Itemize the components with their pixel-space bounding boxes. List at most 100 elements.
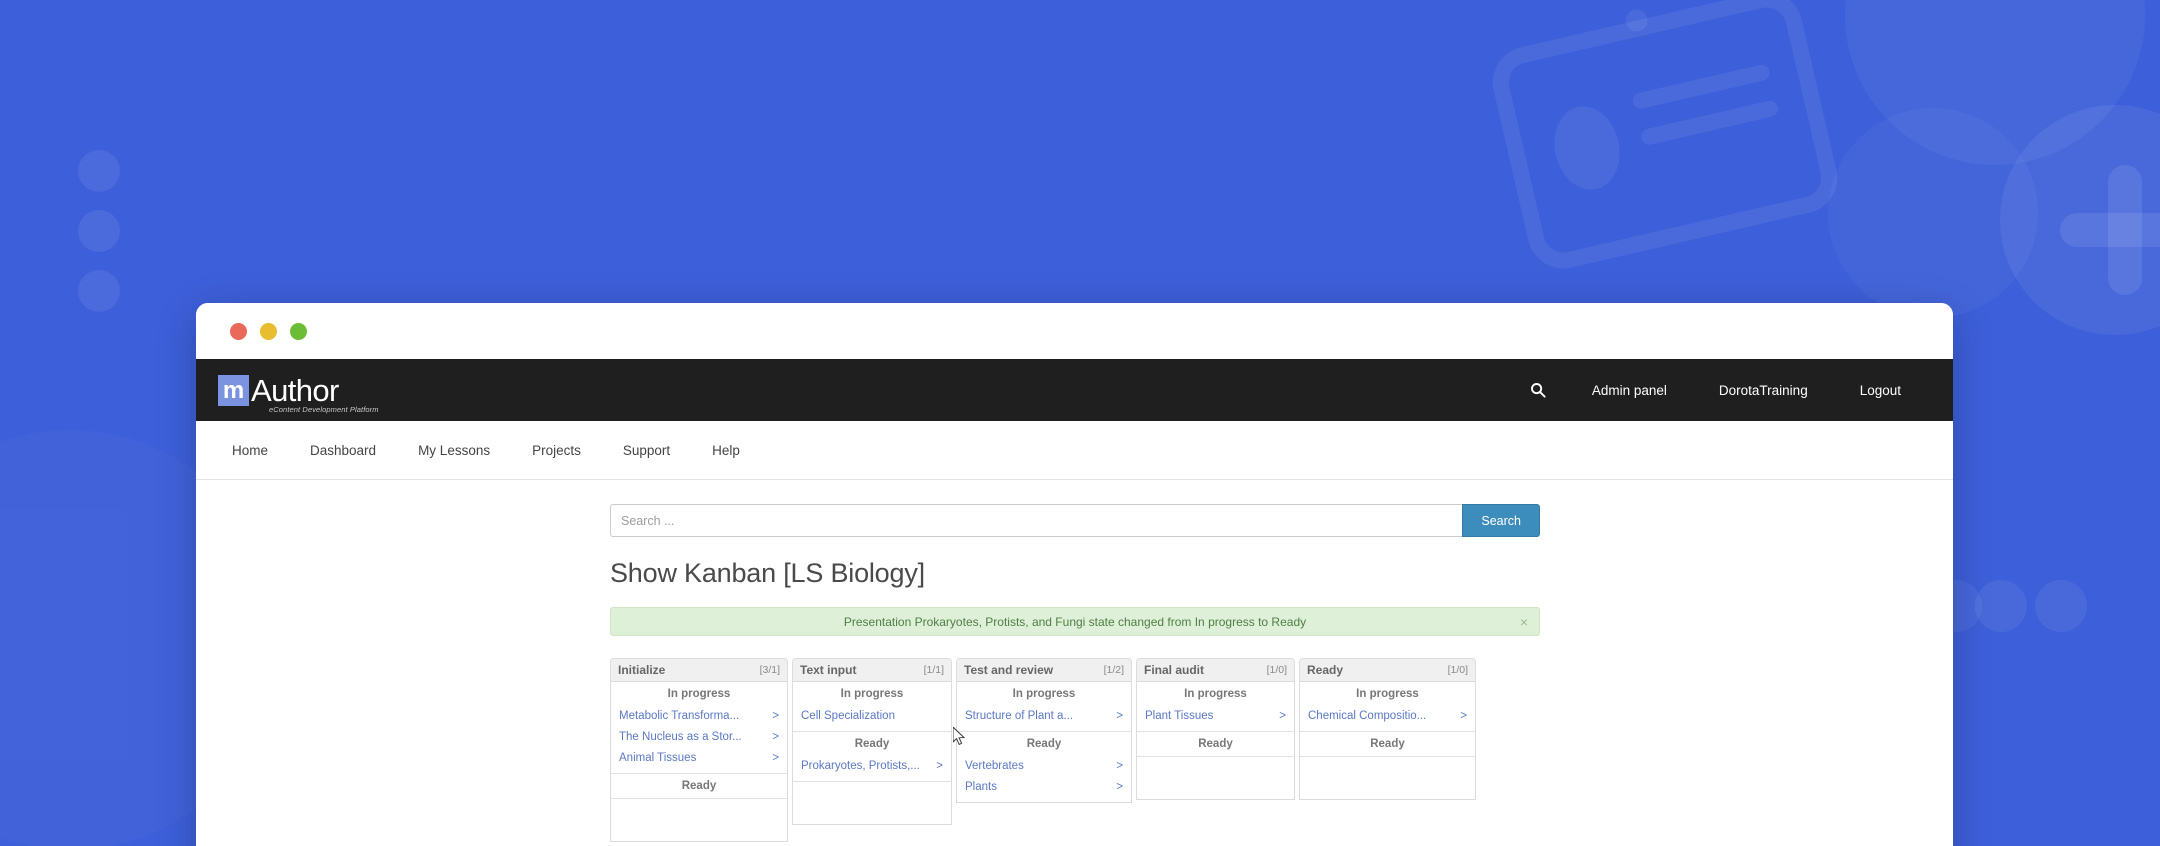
column-header: Test and review [1/2] [957, 659, 1131, 682]
search-input[interactable] [610, 504, 1463, 537]
card-title: Animal Tissues [619, 752, 697, 764]
page-title: Show Kanban [LS Biology] [610, 558, 925, 588]
nav-item-my-lessons[interactable]: My Lessons [397, 443, 511, 458]
decor-circle-mid-3 [2035, 580, 2087, 632]
column-section-ready: Ready [1137, 732, 1294, 757]
column-empty-area[interactable] [793, 782, 951, 824]
column-count: [3/1] [759, 664, 780, 676]
kanban-card[interactable]: Plants > [957, 777, 1131, 798]
kanban-card[interactable]: Chemical Compositio... > [1300, 706, 1475, 727]
kanban-card[interactable]: Animal Tissues > [611, 748, 787, 769]
decor-circle-left-3 [78, 270, 120, 312]
close-icon[interactable]: × [1520, 615, 1528, 629]
column-empty-area[interactable] [1300, 757, 1475, 799]
card-list: Vertebrates > Plants > [957, 756, 1131, 802]
page-content: Search Show Kanban [LS Biology] Presenta… [196, 480, 1953, 846]
admin-panel-link[interactable]: Admin panel [1566, 383, 1693, 398]
column-title: Initialize [618, 663, 666, 677]
card-title: Vertebrates [965, 760, 1024, 772]
chevron-right-icon[interactable]: > [772, 731, 779, 743]
chevron-right-icon[interactable]: > [1279, 710, 1286, 722]
logo-title: Author [251, 372, 339, 408]
column-header: Ready [1/0] [1300, 659, 1475, 682]
kanban-card[interactable]: The Nucleus as a Stor... > [611, 727, 787, 748]
decor-circle-left-2 [78, 210, 120, 252]
nav-item-help[interactable]: Help [691, 443, 761, 458]
column-section-in-progress: In progress Structure of Plant a... > [957, 682, 1131, 732]
column-empty-area[interactable] [611, 799, 787, 841]
main-navigation: Home Dashboard My Lessons Projects Suppo… [196, 421, 1953, 480]
card-title: Cell Specialization [801, 710, 895, 722]
kanban-board: Initialize [3/1] In progress Metabolic T… [610, 658, 1540, 842]
card-list: Chemical Compositio... > [1300, 706, 1475, 731]
column-section-ready: Ready [611, 774, 787, 799]
card-list: Structure of Plant a... > [957, 706, 1131, 731]
column-header: Initialize [3/1] [611, 659, 787, 682]
chevron-right-icon[interactable]: > [772, 710, 779, 722]
logo-mark: m [218, 374, 249, 406]
column-count: [1/1] [923, 664, 944, 676]
kanban-card[interactable]: Prokaryotes, Protists,... > [793, 756, 951, 777]
column-count: [1/0] [1447, 664, 1468, 676]
card-title: Structure of Plant a... [965, 710, 1074, 722]
header-actions: Admin panel DorotaTraining Logout [1520, 382, 1927, 398]
column-header: Text input [1/1] [793, 659, 951, 682]
alert-message: Presentation Prokaryotes, Protists, and … [843, 614, 1307, 629]
card-title: The Nucleus as a Stor... [619, 731, 742, 743]
section-label: In progress [840, 688, 904, 700]
kanban-column-ready: Ready [1/0] In progress Chemical Composi… [1299, 658, 1476, 800]
column-section-in-progress: In progress Metabolic Transforma... > Th… [611, 682, 787, 774]
nav-item-home[interactable]: Home [218, 443, 289, 458]
kanban-column-text-input: Text input [1/1] In progress Cell Specia… [792, 658, 952, 825]
section-label: Ready [681, 780, 717, 792]
column-count: [1/0] [1266, 664, 1287, 676]
column-section-in-progress: In progress Plant Tissues > [1137, 682, 1294, 732]
search-button[interactable]: Search [1462, 504, 1540, 537]
kanban-card[interactable]: Plant Tissues > [1137, 706, 1294, 727]
chevron-right-icon[interactable]: > [1116, 710, 1123, 722]
card-list: Plant Tissues > [1137, 706, 1294, 731]
column-title: Final audit [1144, 663, 1204, 677]
column-title: Text input [800, 663, 857, 677]
column-section-in-progress: In progress Chemical Compositio... > [1300, 682, 1475, 732]
kanban-card[interactable]: Cell Specialization [793, 706, 951, 727]
decor-plus-icon [2060, 165, 2160, 295]
card-title: Prokaryotes, Protists,... [801, 760, 920, 772]
section-label: In progress [1356, 688, 1419, 700]
column-title: Test and review [964, 663, 1054, 677]
nav-item-dashboard[interactable]: Dashboard [289, 443, 397, 458]
section-label: Ready [1370, 738, 1405, 750]
column-count: [1/2] [1103, 664, 1124, 676]
column-header: Final audit [1/0] [1137, 659, 1294, 682]
card-title: Plant Tissues [1145, 710, 1214, 722]
user-account-link[interactable]: DorotaTraining [1693, 383, 1834, 398]
chevron-right-icon[interactable]: > [1460, 710, 1467, 722]
card-list: Metabolic Transforma... > The Nucleus as… [611, 706, 787, 773]
section-label: Ready [854, 738, 890, 750]
browser-window: m Author eContent Development Platform A… [196, 303, 1953, 846]
app-logo[interactable]: m Author eContent Development Platform [218, 372, 379, 414]
kanban-column-final-audit: Final audit [1/0] In progress Plant Tiss… [1136, 658, 1295, 800]
column-section-ready: Ready [1300, 732, 1475, 757]
column-empty-area[interactable] [1137, 757, 1294, 799]
logout-link[interactable]: Logout [1834, 383, 1927, 398]
logo-subtitle: eContent Development Platform [269, 404, 379, 414]
column-section-in-progress: In progress Cell Specialization [793, 682, 951, 732]
kanban-card[interactable]: Vertebrates > [957, 756, 1131, 777]
chevron-right-icon[interactable]: > [772, 752, 779, 764]
window-maximize-button[interactable] [290, 322, 307, 340]
section-label: Ready [1198, 738, 1233, 750]
chevron-right-icon[interactable]: > [1116, 760, 1123, 772]
search-icon[interactable] [1520, 382, 1566, 398]
section-label: Ready [1026, 738, 1062, 750]
nav-item-projects[interactable]: Projects [511, 443, 602, 458]
kanban-card[interactable]: Metabolic Transforma... > [611, 706, 787, 727]
kanban-card[interactable]: Structure of Plant a... > [957, 706, 1131, 727]
nav-item-support[interactable]: Support [602, 443, 691, 458]
chevron-right-icon[interactable]: > [1116, 781, 1123, 793]
window-minimize-button[interactable] [260, 322, 277, 340]
search-bar: Search [610, 504, 1540, 537]
decor-circle-mid-2 [1975, 580, 2027, 632]
chevron-right-icon[interactable]: > [936, 760, 943, 772]
window-close-button[interactable] [230, 322, 247, 340]
